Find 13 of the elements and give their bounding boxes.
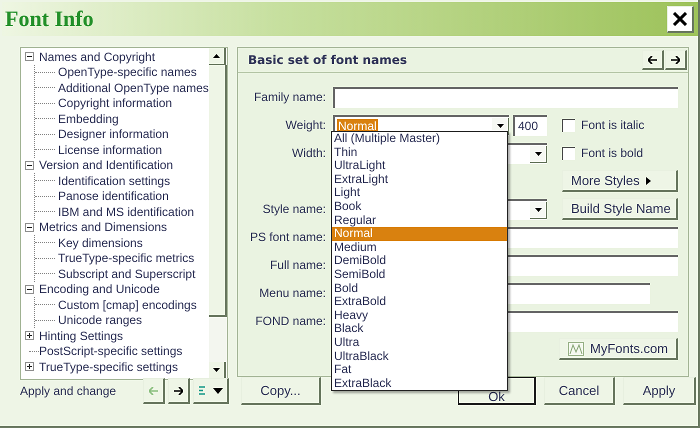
- field-label: Full name:: [270, 258, 326, 272]
- field-label: PS font name:: [250, 230, 326, 244]
- field-label: Menu name:: [259, 286, 326, 300]
- field-label: Weight:: [286, 118, 326, 132]
- checkbox-label: Font is bold: [581, 146, 644, 160]
- window-title: Font Info: [5, 6, 94, 32]
- checkbox-label: Font is italic: [581, 118, 644, 132]
- field-label: Style name:: [262, 202, 326, 216]
- field-label: Family name:: [254, 90, 326, 104]
- hint-text: Apply and change: [20, 384, 118, 398]
- panel-title: Basic set of font names: [248, 53, 408, 67]
- field-label: FOND name:: [255, 314, 326, 328]
- field-label: Width:: [292, 146, 326, 160]
